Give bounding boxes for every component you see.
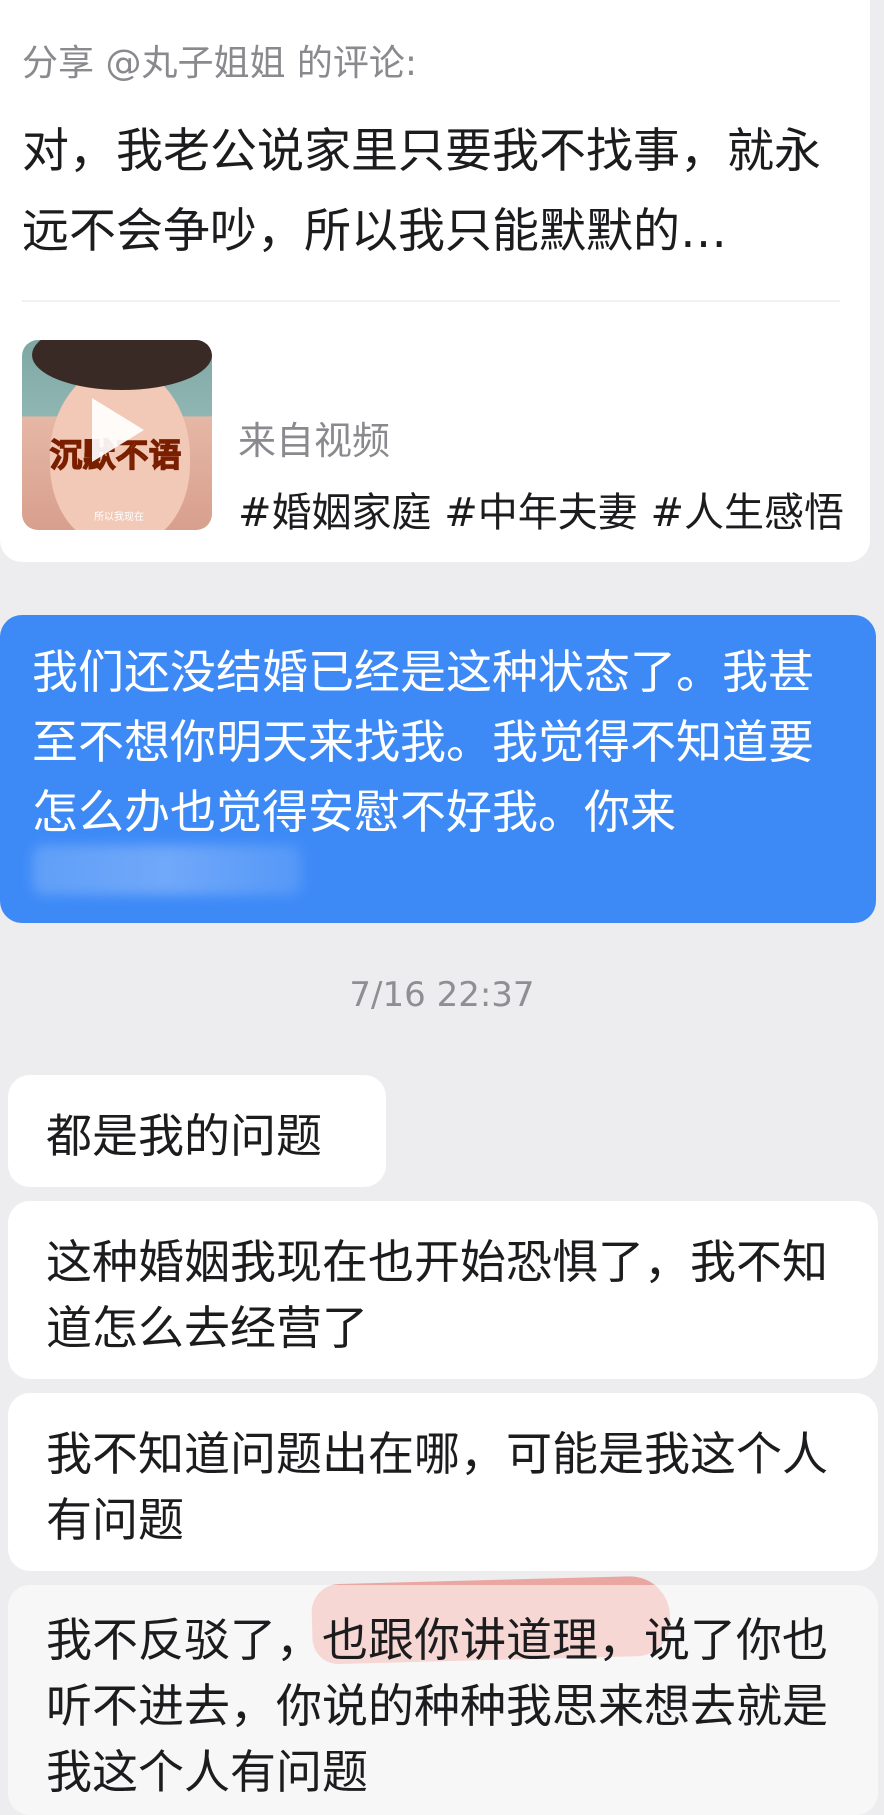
video-thumbnail[interactable]: 沉默不语 所以我现在 (22, 340, 212, 530)
thumbnail-hair (32, 340, 212, 390)
received-message-text: 这种婚姻我现在也开始恐惧了，我不知道怎么去经营了 (46, 1235, 828, 1355)
received-message-bubble[interactable]: 这种婚姻我现在也开始恐惧了，我不知道怎么去经营了 (8, 1201, 878, 1379)
received-message-bubble[interactable]: 都是我的问题 (8, 1075, 386, 1187)
play-icon[interactable] (92, 398, 144, 462)
sent-message-text: 我们还没结婚已经是这种状态了。我甚至不想你明天来找我。我觉得不知道要怎么办也觉得… (32, 645, 814, 839)
shared-comment-text: 对，我老公说家里只要我不找事，就永远不会争吵，所以我只能默默的… (22, 124, 821, 259)
thumbnail-subcaption: 所以我现在 (94, 512, 144, 523)
video-source-label: 来自视频 (238, 419, 391, 463)
share-header: 分享 @丸子姐姐 的评论: (22, 43, 418, 84)
shared-comment-card[interactable]: 分享 @丸子姐姐 的评论: 对，我老公说家里只要我不找事，就永远不会争吵，所以我… (0, 0, 870, 562)
redacted-text (32, 845, 302, 895)
received-message-text: 我不知道问题出在哪，可能是我这个人有问题 (46, 1427, 828, 1547)
received-message-text: 都是我的问题 (46, 1109, 322, 1163)
received-message-bubble[interactable]: 我不反驳了，也跟你讲道理，说了你也听不进去，你说的种种我思来想去就是我这个人有问… (8, 1585, 878, 1815)
received-message-text: 我不反驳了，也跟你讲道理，说了你也听不进去，你说的种种我思来想去就是我这个人有问… (46, 1613, 828, 1799)
received-message-bubble[interactable]: 我不知道问题出在哪，可能是我这个人有问题 (8, 1393, 878, 1571)
video-tags[interactable]: #婚姻家庭 #中年夫妻 #人生感悟 (238, 480, 844, 538)
divider (22, 300, 840, 302)
sent-message-bubble[interactable]: 我们还没结婚已经是这种状态了。我甚至不想你明天来找我。我觉得不知道要怎么办也觉得… (0, 615, 876, 923)
message-timestamp: 7/16 22:37 (349, 975, 535, 1015)
